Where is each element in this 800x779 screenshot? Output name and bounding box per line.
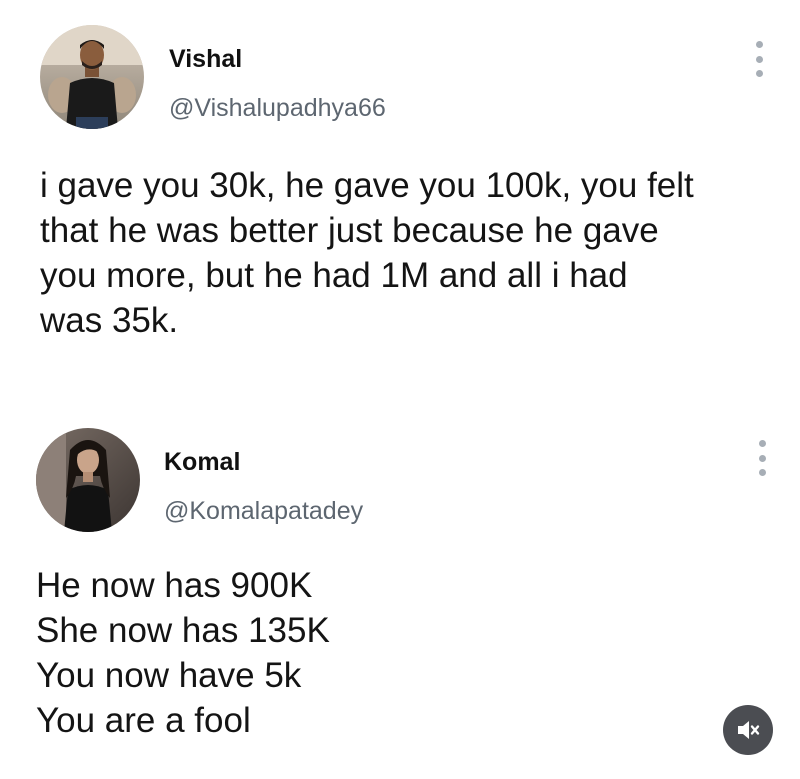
dot <box>755 55 763 63</box>
dot <box>758 440 766 447</box>
tweet-text-line: you more, but he had 1M and all i had <box>40 256 628 295</box>
author-handle[interactable]: @Vishalupadhya66 <box>169 94 386 123</box>
avatar-vishal[interactable] <box>40 25 144 129</box>
author-name[interactable]: Vishal <box>169 45 242 74</box>
avatar-komal[interactable] <box>36 428 140 532</box>
tweet-text-line: i gave you 30k, he gave you 100k, you fe… <box>40 166 694 205</box>
tweet-text-line: She now has 135K <box>36 611 330 650</box>
author-name[interactable]: Komal <box>164 448 240 477</box>
dot <box>755 41 763 48</box>
dot <box>758 454 766 462</box>
dot <box>755 70 763 77</box>
tweet-text-line: was 35k. <box>40 301 179 340</box>
tweet-text-line: that he was better just because he gave <box>40 211 659 250</box>
vertical-ellipsis-icon[interactable] <box>755 440 769 476</box>
female-profile-photo-icon <box>36 428 140 532</box>
tweet-text-line: You now have 5k <box>36 656 302 695</box>
dot <box>758 469 766 476</box>
tweet-text: He now has 900K She now has 135K You now… <box>36 563 330 743</box>
male-profile-photo-icon <box>40 25 144 129</box>
mute-button[interactable] <box>723 705 773 755</box>
tweet-text: i gave you 30k, he gave you 100k, you fe… <box>40 163 694 343</box>
tweet-text-line: You are a fool <box>36 701 251 740</box>
muted-speaker-icon <box>738 721 760 739</box>
tweet-text-line: He now has 900K <box>36 566 313 605</box>
author-handle[interactable]: @Komalapatadey <box>164 497 363 526</box>
vertical-ellipsis-icon[interactable] <box>752 41 766 77</box>
